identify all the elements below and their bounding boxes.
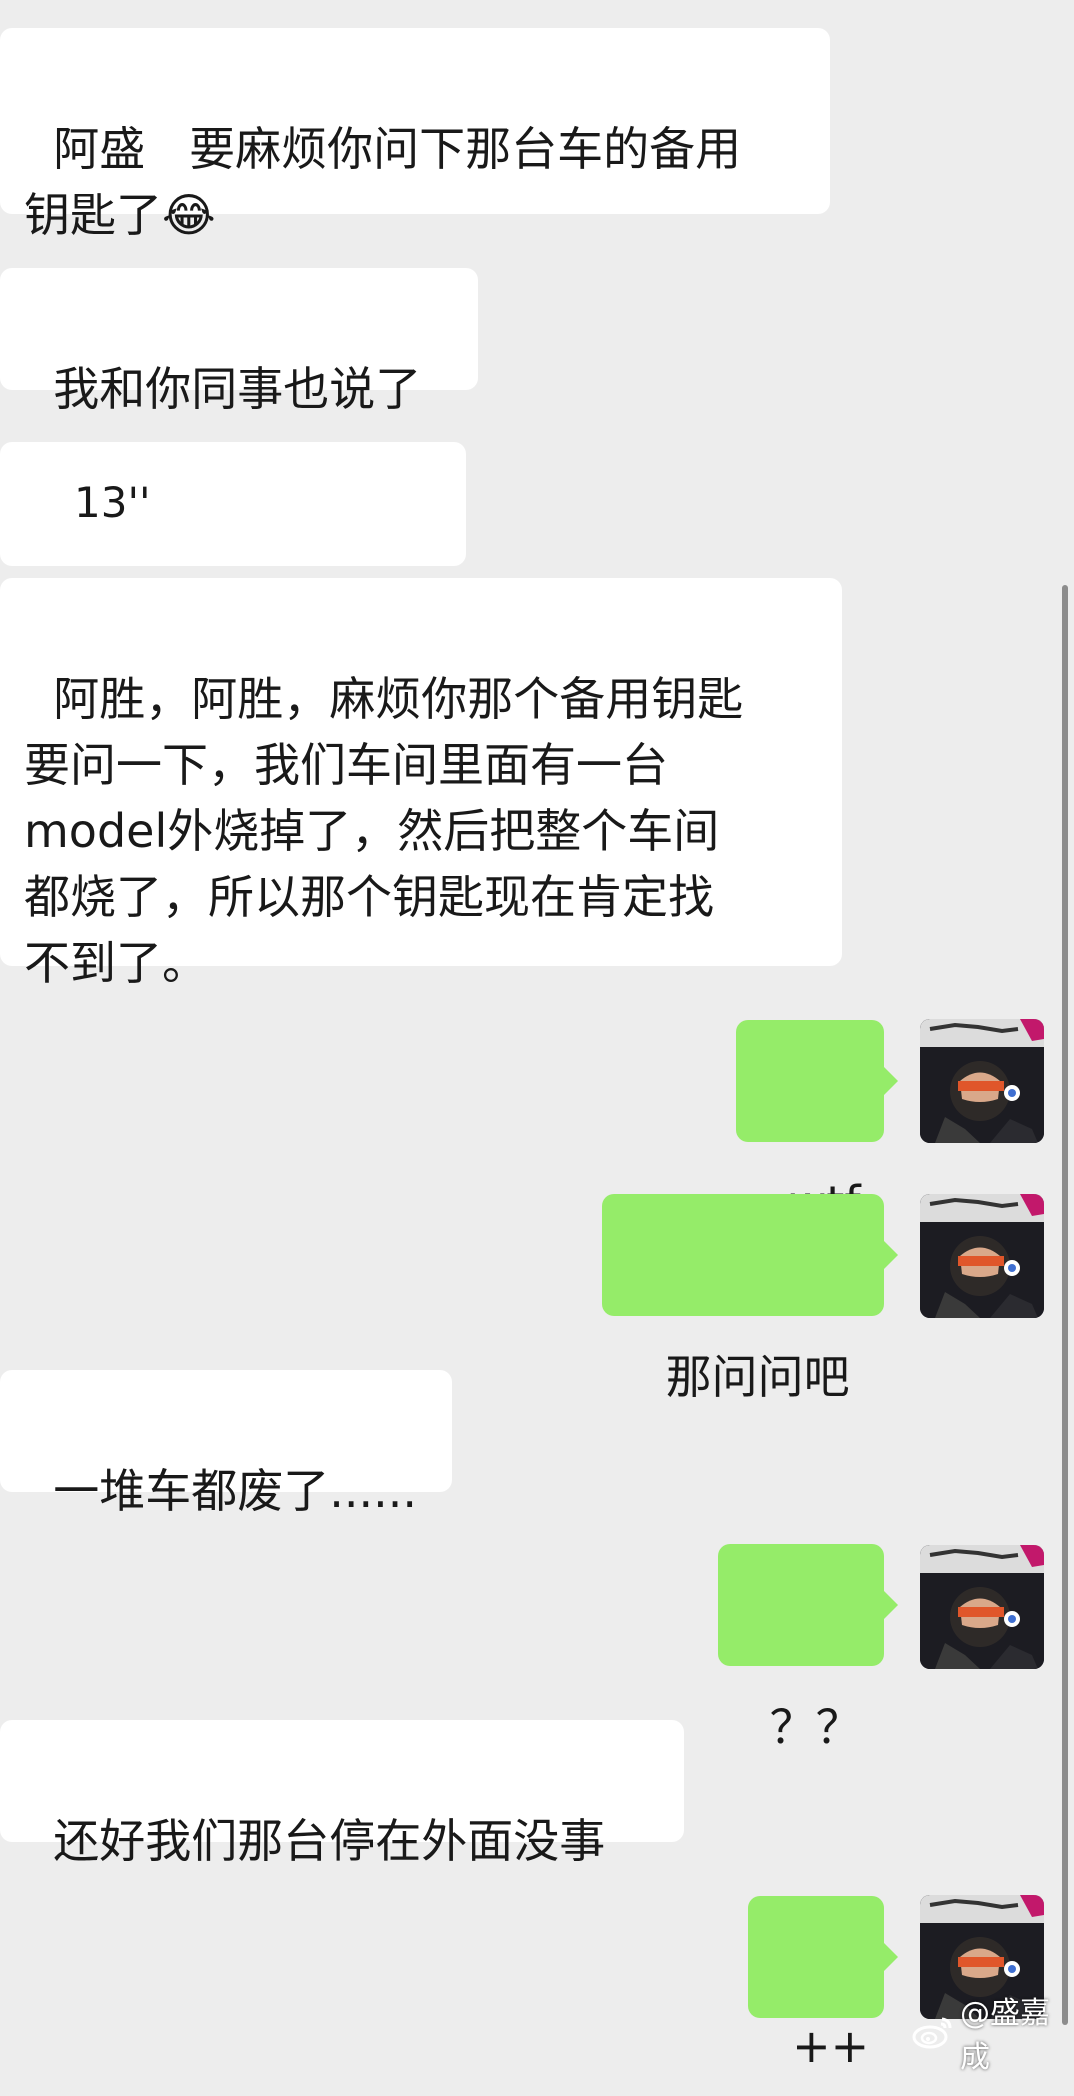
message-text: 那问问吧 bbox=[665, 1350, 850, 1404]
message-bubble-outgoing[interactable]: 那问问吧 bbox=[602, 1194, 898, 1404]
message-text: 还好我们那台停在外面没事 bbox=[53, 1814, 606, 1868]
message-bubble-incoming[interactable]: 一堆车都废了...... bbox=[0, 1370, 452, 1518]
message-bubble-outgoing[interactable]: ？？ bbox=[718, 1544, 898, 1754]
avatar[interactable] bbox=[920, 1545, 1044, 1669]
watermark: @盛嘉成 bbox=[912, 1988, 1074, 2076]
message-text: 一堆车都废了...... bbox=[53, 1464, 417, 1518]
message-text: 阿盛 要麻烦你问下那台车的备用 钥匙了😂 bbox=[24, 122, 742, 242]
message-text: ++ bbox=[792, 2019, 870, 2073]
message-bubble-incoming[interactable]: 还好我们那台停在外面没事 bbox=[0, 1720, 684, 1868]
avatar[interactable] bbox=[920, 1019, 1044, 1143]
message-text: 我和你同事也说了 bbox=[53, 362, 422, 416]
avatar[interactable] bbox=[920, 1194, 1044, 1318]
watermark-text: @盛嘉成 bbox=[960, 1996, 1050, 2075]
message-bubble-incoming[interactable]: 我和你同事也说了 bbox=[0, 268, 478, 416]
scrollbar[interactable] bbox=[1062, 585, 1068, 2025]
message-text: 阿胜，阿胜，麻烦你那个备用钥匙 要问一下，我们车间里面有一台 model外烧掉了… bbox=[24, 672, 744, 990]
weibo-icon bbox=[912, 2015, 954, 2049]
message-bubble-outgoing[interactable]: ++ bbox=[748, 1896, 898, 2073]
message-bubble-outgoing[interactable]: wtf bbox=[736, 1020, 898, 1230]
voice-duration: 13'' bbox=[74, 478, 151, 527]
message-text: ？？ bbox=[769, 1700, 862, 1754]
voice-message-bubble[interactable]: 13'' bbox=[0, 442, 466, 659]
voice-wave-icon bbox=[26, 481, 60, 659]
message-bubble-incoming[interactable]: 阿盛 要麻烦你问下那台车的备用 钥匙了😂 bbox=[0, 28, 830, 242]
message-bubble-incoming[interactable]: 阿胜，阿胜，麻烦你那个备用钥匙 要问一下，我们车间里面有一台 model外烧掉了… bbox=[0, 578, 842, 990]
